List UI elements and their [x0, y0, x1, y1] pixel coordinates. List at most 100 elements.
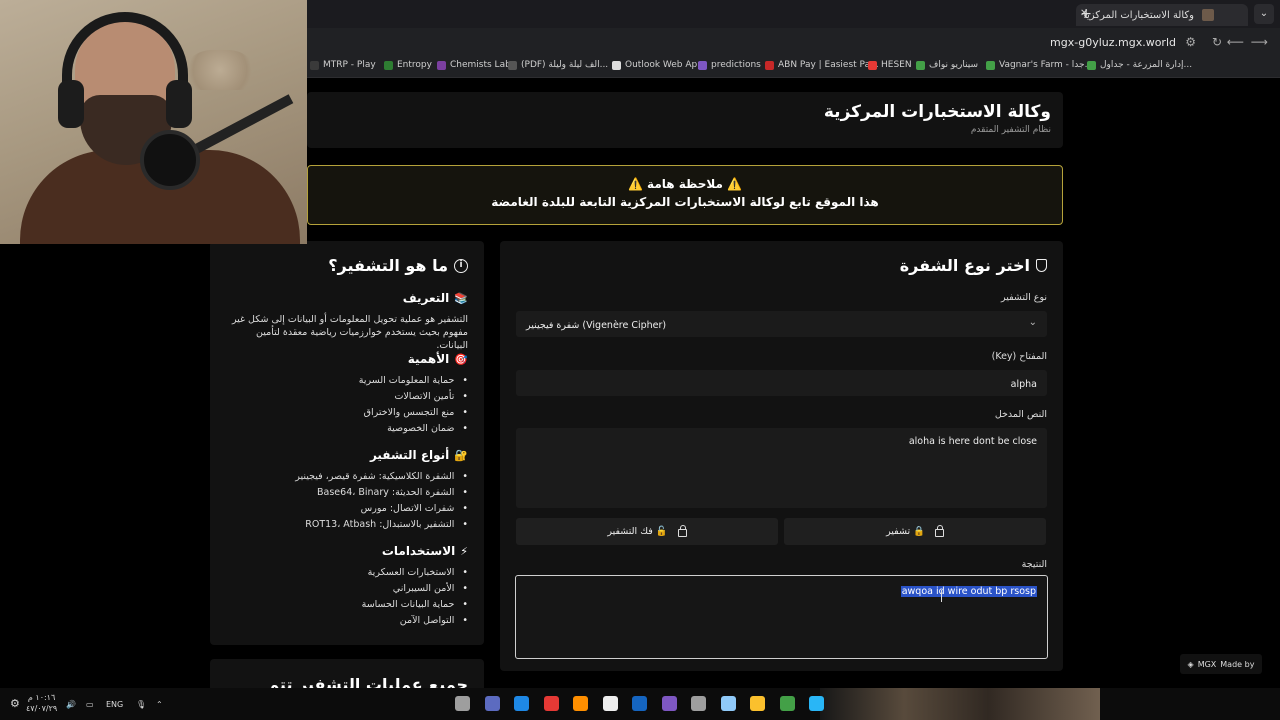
bookmark-label: predictions	[711, 60, 761, 70]
forward-icon[interactable]: ⟵	[1227, 35, 1244, 49]
new-tab-icon[interactable]: +	[1080, 6, 1092, 22]
tab-title: وكالة الاستخبارات المركزية - نظام التشفي…	[1084, 9, 1194, 21]
notice-card: ⚠️ ملاحظة هامة ⚠️ هذا الموقع تابع لوكالة…	[307, 165, 1063, 225]
bookmark-favicon-icon	[310, 60, 319, 70]
bookmark-item[interactable]: Outlook Web App	[612, 60, 703, 70]
chrome-icon[interactable]	[779, 696, 795, 711]
bookmark-item[interactable]: Vagnar's Farm - جدا...	[986, 60, 1093, 70]
mic-icon[interactable]: 🎙	[136, 700, 146, 709]
site-header: وكالة الاستخبارات المركزية نظام التشفير …	[307, 92, 1063, 148]
badge-label: Made by	[1220, 659, 1255, 669]
bookmark-favicon-icon	[916, 60, 925, 70]
site-settings-icon[interactable]: ⚙	[1185, 35, 1196, 49]
target-icon: 🎯	[454, 352, 468, 366]
bookmark-favicon-icon	[437, 60, 446, 70]
key-input[interactable]: alpha	[516, 370, 1047, 396]
bookmark-label: MTRP - Play	[323, 60, 376, 70]
bookmark-item[interactable]: ABN Pay | Easiest Pa...	[765, 60, 879, 70]
explorer-icon[interactable]	[750, 696, 765, 711]
uses-heading: ⚡ الاستخدامات	[382, 544, 468, 558]
tab-menu-icon[interactable]: ⌄	[1254, 4, 1274, 24]
bookmark-favicon-icon	[384, 60, 393, 70]
bookmark-favicon-icon	[508, 60, 517, 70]
list-item: منع التجسس والاختراق	[364, 407, 468, 418]
bookmark-item[interactable]: predictions	[698, 60, 761, 70]
tab-favicon-icon	[1202, 9, 1214, 21]
bookmark-item[interactable]: (PDF) الف ليلة وليلة...	[508, 60, 608, 70]
cipher-type-select[interactable]: شفرة فيجينير (Vigenère Cipher) ⌄	[516, 311, 1047, 337]
bookmark-item[interactable]: إدارة المزرعة - جداول...	[1087, 60, 1192, 70]
back-icon[interactable]: ⟶	[1251, 35, 1268, 49]
site-title: وكالة الاستخبارات المركزية	[823, 102, 1051, 122]
bookmark-item[interactable]: HESEN	[868, 60, 912, 70]
result-value[interactable]: awqoa id wire odut bp rsosp	[900, 586, 1037, 597]
bookmark-label: Entropy	[397, 60, 432, 70]
list-item: الأمن السيبراني	[393, 583, 468, 594]
volume-icon[interactable]: 🔊	[66, 700, 76, 709]
microphone	[140, 130, 200, 190]
input-textarea[interactable]: aloha is here dont be close	[516, 428, 1047, 508]
cipher-type-value: شفرة فيجينير (Vigenère Cipher)	[526, 320, 667, 331]
list-item: حماية المعلومات السرية	[359, 375, 468, 386]
app-5-icon[interactable]	[573, 696, 588, 711]
steam-icon[interactable]	[632, 696, 647, 711]
tab-active[interactable]: وكالة الاستخبارات المركزية - نظام التشفي…	[1076, 4, 1248, 26]
language-indicator[interactable]: ENG	[106, 700, 123, 709]
list-item: تأمين الاتصالات	[394, 391, 468, 402]
network-icon[interactable]: ▭	[86, 700, 94, 709]
bookmark-item[interactable]: Entropy	[384, 60, 432, 70]
made-by-badge[interactable]: ◈ MGX Made by	[1180, 654, 1262, 674]
mgx-logo-icon: ◈	[1187, 659, 1194, 669]
cipher-type-label: نوع التشفير	[1000, 292, 1047, 303]
app-10-icon[interactable]	[720, 696, 736, 711]
system-settings-icon[interactable]: ⚙	[10, 697, 20, 710]
definition-text: التشفير هو عملية تحويل المعلومات أو البي…	[231, 314, 468, 351]
list-item: ضمان الخصوصية	[387, 423, 468, 434]
discord-icon[interactable]	[661, 696, 677, 711]
bookmark-item[interactable]: MTRP - Play	[310, 60, 376, 70]
taskbar-clock[interactable]: ١٠:١٦ م ٤٧/٠٧/٢٩	[26, 692, 57, 714]
decrypt-label: 🔓 فك التشفير	[607, 526, 668, 537]
bookmark-label: سيناريو نواف	[929, 60, 979, 70]
edge-icon[interactable]	[514, 696, 529, 711]
info-panel: i ما هو التشفير؟ 📚 التعريف التشفير هو عم…	[210, 241, 484, 645]
bookmark-favicon-icon	[612, 60, 621, 70]
list-item: التواصل الآمن	[400, 615, 468, 626]
tray-chevron-icon[interactable]: ⌃	[156, 700, 163, 709]
list-item: حماية البيانات الحساسة	[362, 599, 468, 610]
bookmark-favicon-icon	[698, 60, 707, 70]
definition-title: التعريف	[402, 291, 450, 305]
app-1-icon[interactable]	[455, 696, 470, 711]
badge-brand: MGX	[1197, 659, 1217, 669]
bookmark-label: Chemists Lab	[450, 60, 511, 70]
windows-icon[interactable]	[809, 696, 824, 711]
list-item: الشفرة الكلاسيكية: شفرة قيصر، فيجينير	[295, 471, 468, 482]
webcam-overlay	[0, 0, 307, 244]
bookmark-item[interactable]: Chemists Lab	[437, 60, 511, 70]
lock-key-icon: 🔐	[454, 448, 468, 462]
bookmark-favicon-icon	[868, 60, 877, 70]
cipher-heading-text: اختر نوع الشفرة	[899, 256, 1030, 275]
lock-icon	[677, 525, 687, 537]
bookmark-favicon-icon	[765, 60, 774, 70]
list-item: الشفرة الحديثة: Base64، Binary	[317, 487, 468, 498]
result-textarea[interactable]: awqoa id wire odut bp rsosp	[515, 575, 1048, 659]
app-6-icon[interactable]	[602, 696, 618, 711]
info-heading-text: ما هو التشفير؟	[328, 256, 448, 275]
bookmark-label: HESEN	[881, 60, 912, 70]
lock-icon	[934, 525, 944, 537]
reload-icon[interactable]: ↻	[1212, 35, 1222, 49]
cipher-panel: اختر نوع الشفرة نوع التشفير شفرة فيجينير…	[500, 241, 1063, 671]
bookmark-label: إدارة المزرعة - جداول...	[1100, 60, 1193, 70]
app-9-icon[interactable]	[691, 696, 706, 711]
bookmark-item[interactable]: سيناريو نواف	[916, 60, 978, 70]
app-2-icon[interactable]	[484, 696, 500, 711]
url-field[interactable]: mgx-g0yluz.mgx.world	[1050, 36, 1176, 49]
encrypt-button[interactable]: 🔒 تشفير	[784, 518, 1046, 545]
app-4-icon[interactable]	[543, 696, 559, 711]
types-heading: 🔐 أنواع التشفير	[370, 448, 468, 462]
decrypt-button[interactable]: 🔓 فك التشفير	[516, 518, 778, 545]
importance-heading: 🎯 الأهمية	[408, 352, 468, 366]
list-item: شفرات الاتصال: مورس	[361, 503, 468, 514]
definition-heading: 📚 التعريف	[403, 291, 468, 305]
